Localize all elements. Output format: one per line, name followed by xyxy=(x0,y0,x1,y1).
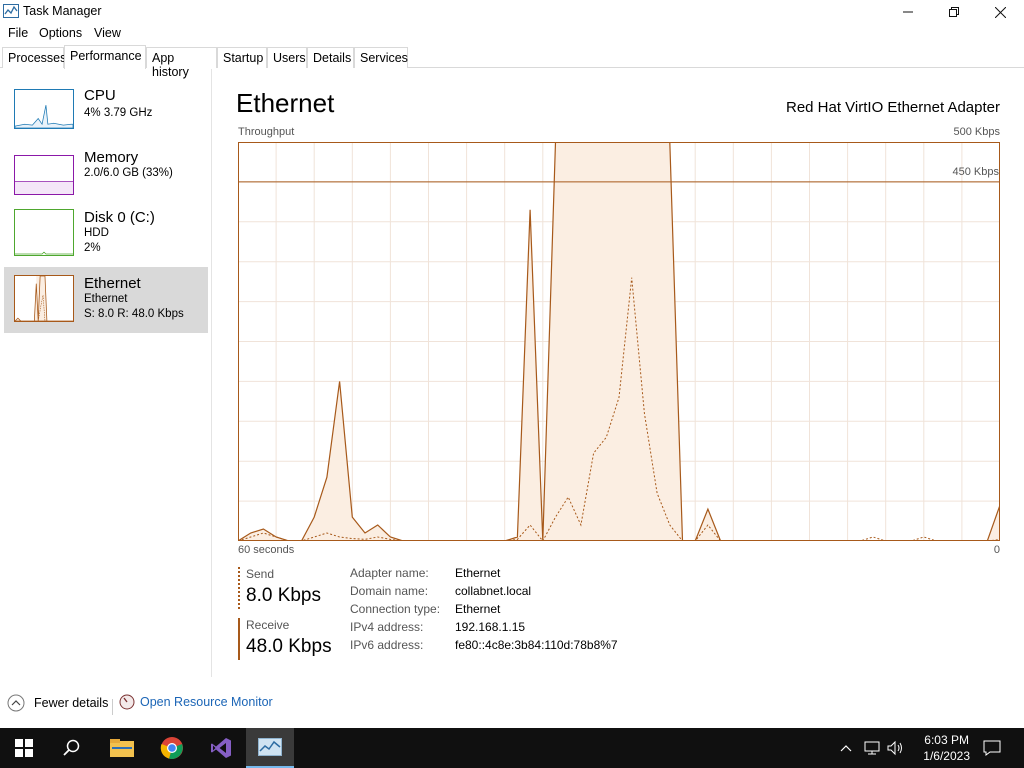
taskbar: 6:03 PM 1/6/2023 xyxy=(0,728,1024,768)
search-button[interactable] xyxy=(48,728,96,768)
sidebar-item-detail: HDD xyxy=(84,227,109,239)
restore-button[interactable] xyxy=(931,0,977,24)
fewer-details-label: Fewer details xyxy=(34,696,109,710)
task-manager-icon xyxy=(258,738,282,756)
sidebar-item-detail: Ethernet xyxy=(84,293,128,305)
visual-studio-button[interactable] xyxy=(197,728,245,768)
detail-value: 192.168.1.15 xyxy=(455,620,526,634)
detail-key: IPv4 address: xyxy=(350,620,424,634)
footer: Fewer details Open Resource Monitor xyxy=(0,690,1024,718)
detail-value: collabnet.local xyxy=(455,584,532,598)
detail-key: Adapter name: xyxy=(350,566,429,580)
task-manager-icon xyxy=(3,4,19,18)
throughput-graph xyxy=(238,142,1000,541)
sidebar-item-detail: 2% xyxy=(84,242,101,254)
volume-tray-button[interactable] xyxy=(886,728,906,768)
tab-app-history[interactable]: App history xyxy=(146,47,217,79)
sidebar-item-title: Ethernet xyxy=(84,275,141,292)
graph-zero-label: 0 xyxy=(993,544,1000,556)
visual-studio-icon xyxy=(211,738,231,758)
show-hidden-icons-button[interactable] xyxy=(838,728,854,768)
close-button[interactable] xyxy=(977,0,1023,24)
sidebar-item-detail: 4% 3.79 GHz xyxy=(84,107,153,119)
tab-services[interactable]: Services xyxy=(354,47,408,68)
menu-file[interactable]: File xyxy=(8,26,28,40)
chevron-up-icon xyxy=(840,745,852,752)
send-value: 8.0 Kbps xyxy=(246,585,321,606)
tab-processes[interactable]: Processes xyxy=(2,47,66,68)
file-explorer-button[interactable] xyxy=(98,728,146,768)
sidebar-item-cpu[interactable]: CPU 4% 3.79 GHz xyxy=(4,69,208,135)
receive-value: 48.0 Kbps xyxy=(246,636,332,657)
window-title: Task Manager xyxy=(23,4,102,18)
send-legend-dashed-line xyxy=(238,567,240,609)
tab-startup[interactable]: Startup xyxy=(217,47,267,68)
title-bar: Task Manager xyxy=(0,0,1024,24)
tab-users[interactable]: Users xyxy=(267,47,307,68)
receive-label: Receive xyxy=(246,618,290,632)
sidebar-item-title: CPU xyxy=(84,87,116,104)
network-icon xyxy=(864,741,880,755)
close-icon xyxy=(994,6,1006,18)
footer-divider xyxy=(112,699,113,715)
chrome-icon xyxy=(160,737,183,759)
detail-value: fe80::4c8e:3b84:110d:78b8%7 xyxy=(455,638,618,652)
tab-bar: Processes Performance App history Startu… xyxy=(0,45,1024,79)
tab-details[interactable]: Details xyxy=(307,47,354,68)
graph-time-label: 60 seconds xyxy=(238,544,295,556)
chevron-up-icon xyxy=(7,694,25,712)
menu-bar: File Options View xyxy=(0,24,1024,44)
action-center-button[interactable] xyxy=(980,728,1004,768)
sidebar-item-detail: S: 8.0 R: 48.0 Kbps xyxy=(84,308,184,320)
sidebar-item-detail: 2.0/6.0 GB (33%) xyxy=(84,167,173,179)
receive-legend-solid-line xyxy=(238,618,240,660)
cpu-thumbnail-graph xyxy=(14,89,74,129)
page-title: Ethernet xyxy=(236,88,335,118)
detail-key: Domain name: xyxy=(350,584,429,598)
graph-max-label: 500 Kbps xyxy=(953,126,1000,138)
network-tray-button[interactable] xyxy=(862,728,882,768)
resource-sidebar: CPU 4% 3.79 GHz Memory 2.0/6.0 GB (33%) … xyxy=(0,69,212,677)
taskbar-clock[interactable]: 6:03 PM 1/6/2023 xyxy=(923,732,970,764)
sidebar-item-memory[interactable]: Memory 2.0/6.0 GB (33%) xyxy=(4,135,208,201)
chrome-button[interactable] xyxy=(148,728,196,768)
minimize-icon xyxy=(903,11,913,13)
menu-view[interactable]: View xyxy=(94,26,121,40)
disk-thumbnail-graph xyxy=(14,209,74,256)
memory-thumbnail-graph xyxy=(14,155,74,195)
restore-icon xyxy=(949,7,959,17)
resource-monitor-label: Open Resource Monitor xyxy=(140,695,273,709)
start-button[interactable] xyxy=(0,728,48,768)
speaker-icon xyxy=(887,740,902,756)
menu-options[interactable]: Options xyxy=(39,26,82,40)
detail-value: Ethernet xyxy=(455,602,501,616)
graph-reference-label: 450 Kbps xyxy=(952,166,999,178)
minimize-button[interactable] xyxy=(885,0,931,24)
sidebar-item-title: Disk 0 (C:) xyxy=(84,209,155,226)
notification-icon xyxy=(983,740,1001,756)
sidebar-item-disk[interactable]: Disk 0 (C:) HDD 2% xyxy=(4,201,208,267)
detail-key: Connection type: xyxy=(350,602,441,616)
windows-icon xyxy=(15,739,33,757)
task-manager-taskbar-button[interactable] xyxy=(246,728,294,768)
performance-detail-panel: Ethernet Red Hat VirtIO Ethernet Adapter… xyxy=(212,69,1024,677)
open-resource-monitor-link[interactable]: Open Resource Monitor xyxy=(119,694,273,710)
clock-time: 6:03 PM xyxy=(924,733,969,747)
send-label: Send xyxy=(246,567,275,581)
sidebar-item-title: Memory xyxy=(84,149,139,166)
folder-icon xyxy=(110,739,134,757)
resource-monitor-icon xyxy=(119,694,135,710)
detail-value: Ethernet xyxy=(455,566,501,580)
graph-y-label: Throughput xyxy=(238,126,295,138)
fewer-details-button[interactable]: Fewer details xyxy=(7,694,108,712)
search-icon xyxy=(63,739,80,756)
detail-key: IPv6 address: xyxy=(350,638,424,652)
clock-date: 1/6/2023 xyxy=(923,749,970,763)
tab-performance[interactable]: Performance xyxy=(64,45,146,69)
sidebar-item-ethernet[interactable]: Ethernet Ethernet S: 8.0 R: 48.0 Kbps xyxy=(4,267,208,333)
adapter-model: Red Hat VirtIO Ethernet Adapter xyxy=(785,99,1000,116)
ethernet-thumbnail-graph xyxy=(14,275,74,322)
